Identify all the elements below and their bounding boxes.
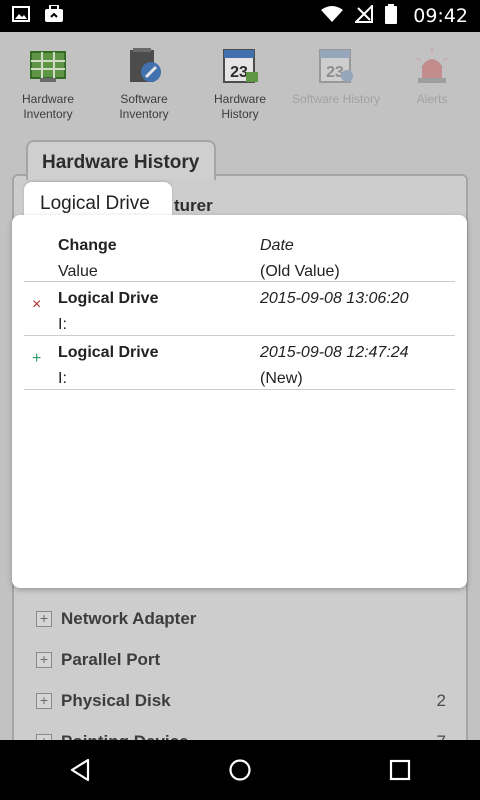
back-button[interactable] (50, 750, 110, 790)
image-notification-icon (12, 5, 30, 27)
clock: 09:42 (413, 5, 468, 27)
home-button[interactable] (210, 750, 270, 790)
date-column-header: Date (260, 237, 294, 254)
divider (24, 389, 455, 390)
removed-icon: × (32, 296, 42, 313)
history-row[interactable]: + Logical Drive I: 2015-09-08 12:47:24 (… (12, 336, 467, 390)
battery-icon (385, 3, 398, 29)
history-table-header: Change Value Date (Old Value) (12, 215, 467, 281)
change-date: 2015-09-08 12:47:24 (260, 344, 409, 361)
logical-drive-history-dialog: Change Value Date (Old Value) × Logical … (12, 215, 467, 588)
bag-notification-icon (44, 3, 64, 28)
wifi-icon (321, 5, 344, 28)
history-row[interactable]: × Logical Drive I: 2015-09-08 13:06:20 (12, 282, 467, 336)
change-date: 2015-09-08 13:06:20 (260, 290, 409, 307)
recents-button[interactable] (370, 750, 430, 790)
no-signal-icon (353, 3, 374, 28)
change-column-header: Change (58, 237, 117, 254)
status-bar: 09:42 (0, 0, 480, 32)
home-icon (229, 759, 251, 781)
back-icon (70, 758, 90, 782)
change-name: Logical Drive (58, 344, 159, 361)
added-icon: + (32, 350, 42, 367)
change-name: Logical Drive (58, 290, 159, 307)
navigation-bar (0, 740, 480, 800)
recents-icon (389, 759, 411, 781)
